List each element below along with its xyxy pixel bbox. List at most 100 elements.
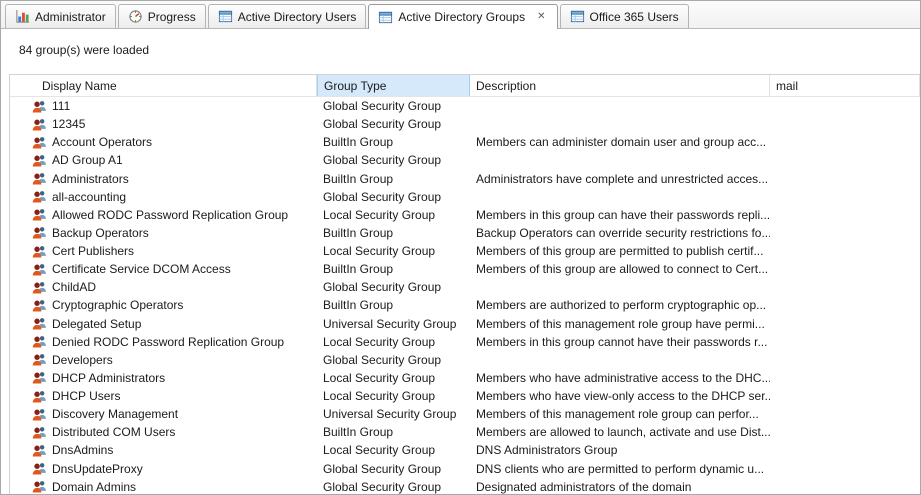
table-row[interactable]: Delegated SetupUniversal Security GroupM… [10,315,920,333]
cell-display-name: Allowed RODC Password Replication Group [10,206,317,224]
tab-label: Administrator [35,10,106,24]
progress-gauge-icon [128,9,143,24]
table-header-row: Display Name Group Type Description mail [10,75,920,97]
group-icon [32,316,47,331]
table-row[interactable]: 111 Global Security Group [10,97,920,115]
table-row[interactable]: Domain AdminsGlobal Security GroupDesign… [10,478,920,494]
table-row[interactable]: Distributed COM UsersBuiltIn GroupMember… [10,423,920,441]
table-row[interactable]: Account OperatorsBuiltIn GroupMembers ca… [10,133,920,151]
table-list-icon [218,9,233,24]
cell-description: Administrators have complete and unrestr… [470,170,770,188]
tab-administrator[interactable]: Administrator [5,4,116,28]
group-name-text: Delegated Setup [52,315,141,333]
table-row[interactable]: Certificate Service DCOM AccessBuiltIn G… [10,260,920,278]
table-row[interactable]: DnsUpdateProxyGlobal Security GroupDNS c… [10,460,920,478]
cell-group-type: Global Security Group [317,351,470,369]
cell-group-type: Universal Security Group [317,405,470,423]
cell-description: Members who have view-only access to the… [470,387,770,405]
column-header-display-name[interactable]: Display Name [10,75,317,96]
table-row[interactable]: ChildADGlobal Security Group [10,278,920,296]
cell-group-type: Local Security Group [317,387,470,405]
group-name-text: Developers [52,351,113,369]
cell-description: Members who have administrative access t… [470,369,770,387]
tab-office-365-users[interactable]: Office 365 Users [560,4,689,28]
cell-group-type: Local Security Group [317,441,470,459]
cell-group-type: Global Security Group [317,97,470,115]
group-icon [32,407,47,422]
tab-label: Office 365 Users [590,10,679,24]
table-row[interactable]: 12345Global Security Group [10,115,920,133]
cell-display-name: Developers [10,351,317,369]
cell-description: Members are authorized to perform crypto… [470,296,770,314]
cell-display-name: Backup Operators [10,224,317,242]
table-row[interactable]: Allowed RODC Password Replication GroupL… [10,206,920,224]
group-icon [32,225,47,240]
table-row[interactable]: Denied RODC Password Replication GroupLo… [10,333,920,351]
cell-display-name: Discovery Management [10,405,317,423]
tab-progress[interactable]: Progress [118,4,206,28]
group-icon [32,117,47,132]
group-icon [32,153,47,168]
group-icon [32,461,47,476]
table-list-icon [378,10,393,25]
table-row[interactable]: AD Group A1Global Security Group [10,151,920,169]
group-name-text: Cert Publishers [52,242,134,260]
group-icon [32,99,47,114]
group-icon [32,298,47,313]
group-name-text: 111 [52,97,70,115]
close-tab-icon[interactable]: ✕ [535,11,547,23]
table-row[interactable]: Cert PublishersLocal Security GroupMembe… [10,242,920,260]
status-text: 84 group(s) were loaded [1,29,920,57]
group-icon [32,189,47,204]
tab-active-directory-groups[interactable]: Active Directory Groups ✕ [368,4,557,29]
table-row[interactable]: Discovery ManagementUniversal Security G… [10,405,920,423]
group-name-text: Domain Admins [52,478,136,494]
cell-group-type: BuiltIn Group [317,423,470,441]
table-row[interactable]: Cryptographic OperatorsBuiltIn GroupMemb… [10,296,920,314]
cell-group-type: Local Security Group [317,333,470,351]
group-icon [32,370,47,385]
column-header-mail[interactable]: mail [770,75,920,96]
cell-description: Members can administer domain user and g… [470,133,770,151]
group-icon [32,425,47,440]
cell-display-name: AD Group A1 [10,151,317,169]
group-name-text: ChildAD [52,278,96,296]
cell-description: Backup Operators can override security r… [470,224,770,242]
groups-table: Display Name Group Type Description mail… [9,74,920,494]
cell-description: Members in this group cannot have their … [470,333,770,351]
group-name-text: Account Operators [52,133,152,151]
cell-group-type: Global Security Group [317,188,470,206]
column-header-description[interactable]: Description [470,75,770,96]
cell-group-type: Local Security Group [317,206,470,224]
table-row[interactable]: DnsAdminsLocal Security GroupDNS Adminis… [10,441,920,459]
cell-display-name: Delegated Setup [10,315,317,333]
cell-display-name: Account Operators [10,133,317,151]
tab-label: Progress [148,10,196,24]
cell-display-name: ChildAD [10,278,317,296]
cell-group-type: BuiltIn Group [317,296,470,314]
table-row[interactable]: DHCP AdministratorsLocal Security GroupM… [10,369,920,387]
cell-group-type: BuiltIn Group [317,170,470,188]
cell-description: Members of this group are allowed to con… [470,260,770,278]
cell-group-type: Universal Security Group [317,315,470,333]
table-row[interactable]: all-accountingGlobal Security Group [10,188,920,206]
cell-description: Members in this group can have their pas… [470,206,770,224]
group-icon [32,171,47,186]
cell-group-type: Global Security Group [317,151,470,169]
table-row[interactable]: DHCP UsersLocal Security GroupMembers wh… [10,387,920,405]
cell-description: DNS clients who are permitted to perform… [470,460,770,478]
app-window: { "tabs": [ { "label": "Administrator" }… [0,0,921,495]
table-body: 111 Global Security Group 12345Global Sec… [10,97,920,494]
group-name-text: Distributed COM Users [52,423,175,441]
table-row[interactable]: Developers Global Security Group [10,351,920,369]
group-name-text: DHCP Administrators [52,369,165,387]
table-row[interactable]: Backup OperatorsBuiltIn GroupBackup Oper… [10,224,920,242]
table-row[interactable]: AdministratorsBuiltIn GroupAdministrator… [10,170,920,188]
cell-display-name: Denied RODC Password Replication Group [10,333,317,351]
tab-active-directory-users[interactable]: Active Directory Users [208,4,367,28]
bar-chart-icon [15,9,30,24]
cell-description: DNS Administrators Group [470,441,770,459]
cell-description: Members of this management role group ca… [470,405,770,423]
column-header-group-type[interactable]: Group Type [317,75,470,96]
cell-display-name: Cryptographic Operators [10,296,317,314]
